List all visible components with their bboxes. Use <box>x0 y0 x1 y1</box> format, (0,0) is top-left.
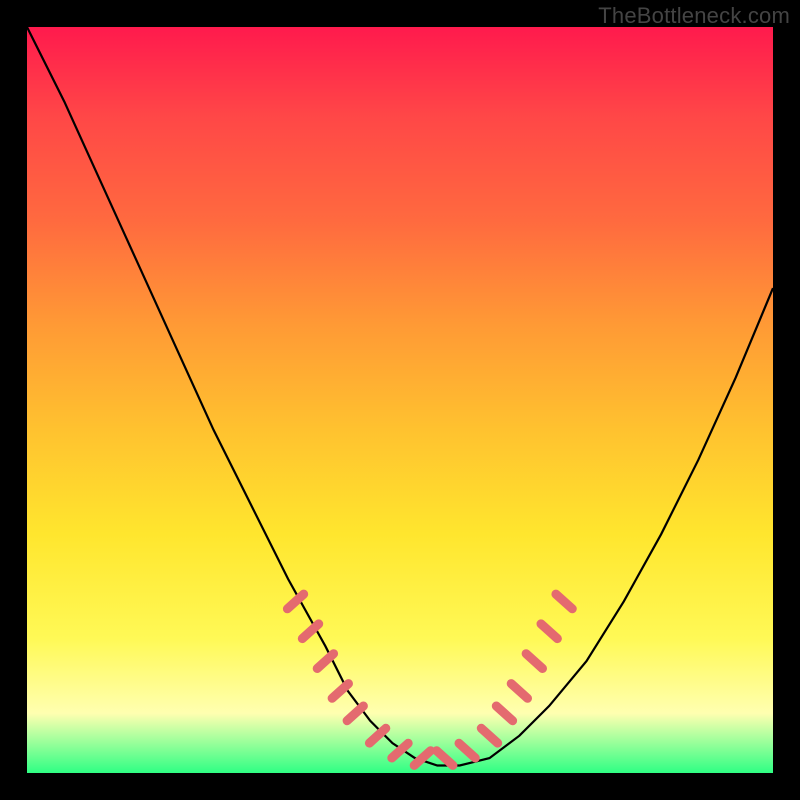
curve-marker <box>317 654 333 669</box>
marker-group <box>287 594 572 765</box>
curve-marker <box>347 706 363 721</box>
curve-marker <box>332 684 348 699</box>
curve-marker <box>541 624 557 639</box>
curve-marker <box>511 684 527 699</box>
curve-svg <box>27 27 773 773</box>
curve-marker <box>556 594 572 609</box>
plot-area <box>27 27 773 773</box>
chart-frame: TheBottleneck.com <box>0 0 800 800</box>
curve-marker <box>481 728 497 743</box>
curve-marker <box>437 751 453 766</box>
curve-marker <box>496 706 512 721</box>
watermark-text: TheBottleneck.com <box>598 3 790 29</box>
bottleneck-curve-path <box>27 27 773 766</box>
curve-marker <box>459 743 475 758</box>
curve-marker <box>302 624 318 639</box>
curve-marker <box>287 594 303 609</box>
curve-marker <box>369 728 385 743</box>
curve-marker <box>526 654 542 669</box>
